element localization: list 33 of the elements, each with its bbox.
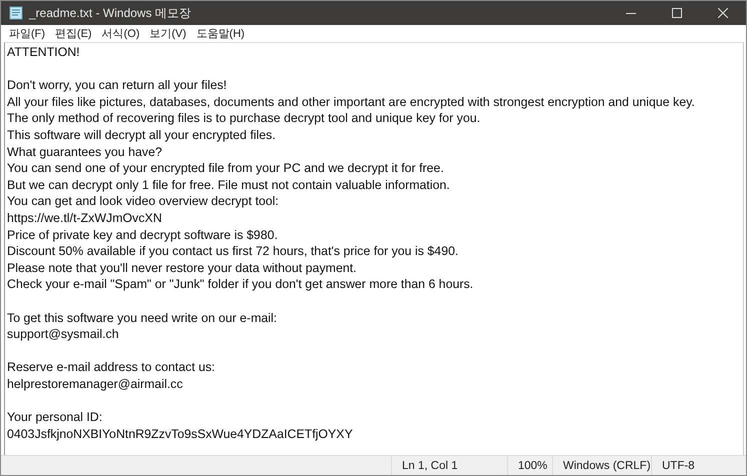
maximize-icon <box>672 8 682 18</box>
menu-item[interactable]: 보기(V) <box>150 26 186 41</box>
text-line: https://we.tl/t-ZxWJmOvcXN <box>7 210 163 227</box>
text-line: All your files like pictures, databases, documents and other important are encrypted with strongest encryption and unique key. <box>7 94 696 110</box>
text-line: Don't worry, you can return all your files! <box>7 77 228 94</box>
text-line: Please note that you'll never restore your data without payment. <box>7 260 358 276</box>
text-line: To get this software you need write on our e-mail: <box>7 310 278 326</box>
text-line: 0403JsfkjnoNXBIYoNtnR9ZzvTo9sSxWue4YDZAaICETfjOYXY <box>7 426 354 442</box>
close-icon <box>718 8 728 18</box>
text-line: The only method of recovering files is to purchase decrypt tool and unique key for you. <box>7 110 482 127</box>
status-text: 100% <box>508 456 553 475</box>
menu-item[interactable]: 파일(F) <box>9 26 46 41</box>
text-line: This software will decrypt all your encrypted files. <box>7 126 277 144</box>
text-line: What guarantees you have? <box>7 144 163 160</box>
notepad-icon <box>9 6 23 20</box>
text-line: Your personal ID: <box>7 409 104 426</box>
text-line: You can send one of your encrypted file from your PC and we decrypt it for free. <box>7 160 445 177</box>
status-text: Ln 1, Col 1 <box>392 456 508 475</box>
text-line: Reserve e-mail address to contact us: <box>7 359 216 376</box>
text-line: Price of private key and decrypt software is $980. <box>7 226 279 244</box>
text-line: helprestoremanager@airmail.cc <box>7 376 184 392</box>
status-text: UTF-8 <box>661 458 696 474</box>
text-line: But we can decrypt only 1 file for free. File must not contain valuable information. <box>7 176 451 194</box>
text-line: Check your e-mail "Spam" or "Junk" folder if you don't get answer more than 6 hours. <box>7 276 474 293</box>
menu-item[interactable]: 서식(O) <box>102 26 140 41</box>
menu-item[interactable]: 도움말(H) <box>196 26 245 41</box>
text-line: ATTENTION! <box>7 44 81 61</box>
status-text: Windows (CRLF) <box>553 456 652 475</box>
text-line: You can get and look video overview decrypt tool: <box>7 193 280 210</box>
text-line: Discount 50% available if you contact us first 72 hours, that's price for you is $490. <box>7 243 460 260</box>
menu-item[interactable]: 편집(E) <box>55 26 92 41</box>
window-title: _readme.txt - Windows 메모장 <box>29 4 192 22</box>
text-line: support@sysmail.ch <box>7 326 120 343</box>
